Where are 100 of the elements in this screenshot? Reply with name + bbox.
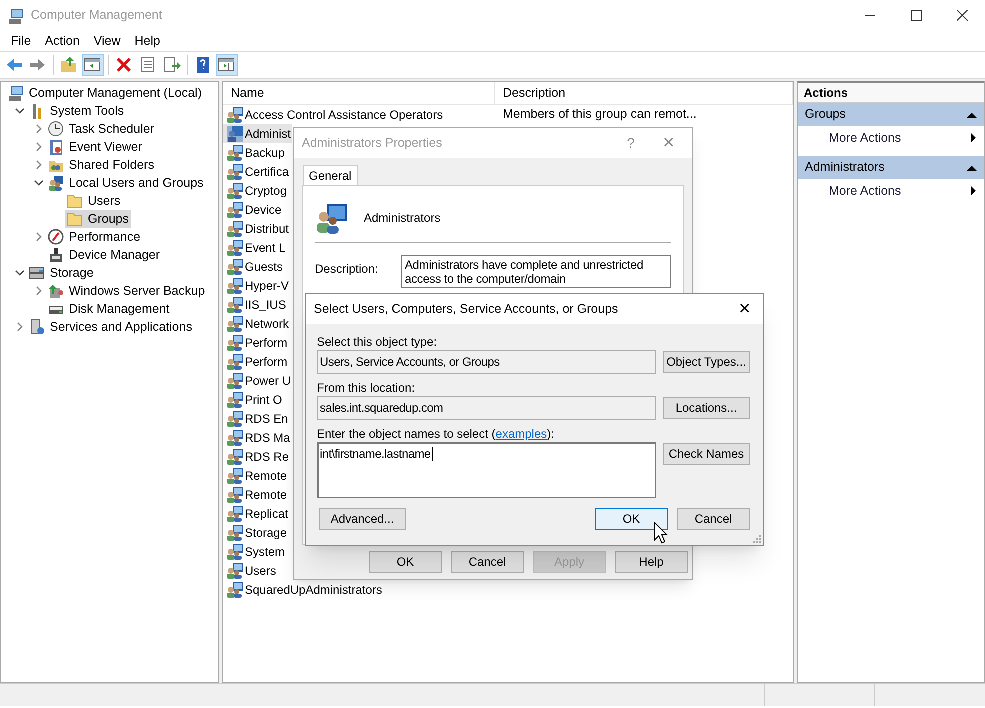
device-icon [48, 247, 64, 263]
properties-icon [139, 56, 157, 74]
list-row[interactable]: Event L [223, 238, 287, 257]
export-icon [163, 56, 181, 74]
list-row[interactable]: System [223, 542, 286, 561]
log-icon [48, 139, 64, 155]
list-row[interactable]: Distribut [223, 219, 290, 238]
list-row[interactable]: Perform [223, 352, 289, 371]
group-icon [315, 201, 349, 235]
group-icon [226, 486, 244, 504]
group-icon [226, 258, 244, 276]
toolbar-button[interactable] [216, 54, 238, 76]
group-icon [226, 580, 244, 598]
list-row[interactable]: Backup [223, 143, 286, 162]
list-row[interactable]: Remote [223, 485, 288, 504]
menu-item[interactable]: View [86, 32, 128, 50]
tree-item[interactable]: Users [65, 192, 123, 210]
group-icon [226, 372, 244, 390]
text-field[interactable]: sales.int.squaredup.com [317, 396, 656, 420]
group-icon [226, 428, 244, 446]
list-row[interactable]: Network [223, 314, 290, 333]
list-row[interactable]: RDS Ma [223, 428, 292, 447]
list-row[interactable]: IIS_IUS [223, 295, 288, 314]
computer-icon [8, 8, 24, 24]
menu-item[interactable]: Help [128, 32, 168, 50]
group-icon [226, 448, 244, 466]
tree-item[interactable]: Windows Server Backup [46, 282, 208, 300]
section-header[interactable]: Groups [798, 103, 984, 126]
tree-item[interactable]: System Tools [27, 102, 126, 120]
backup-icon [48, 283, 64, 299]
list-row[interactable]: Device [223, 200, 283, 219]
action-item[interactable]: More Actions [798, 179, 984, 203]
column-header[interactable]: Name [223, 82, 495, 104]
tree-item[interactable]: Services and Applications [27, 318, 194, 336]
group-icon [226, 238, 244, 256]
tree-item[interactable]: Storage [27, 264, 96, 282]
tree-item[interactable]: Task Scheduler [46, 120, 156, 138]
list-row[interactable]: RDS Re [223, 447, 290, 466]
tree-item[interactable]: Shared Folders [46, 156, 156, 174]
tree-item[interactable]: Device Manager [46, 246, 162, 264]
tree-item[interactable]: Disk Management [46, 300, 172, 318]
tab[interactable]: General [303, 165, 358, 185]
close-button[interactable]: × [727, 299, 763, 319]
text-field[interactable]: Users, Service Accounts, or Groups [317, 350, 656, 374]
tree-item[interactable]: Performance [46, 228, 143, 246]
group-icon [226, 352, 244, 370]
button[interactable]: OK [595, 508, 668, 530]
close-button[interactable]: × [646, 133, 692, 153]
button[interactable]: Object Types... [663, 351, 750, 373]
action-label: More Actions [829, 130, 902, 147]
list-row[interactable]: Replicat [223, 504, 290, 523]
collapse-triangle-icon [966, 164, 978, 172]
list-row[interactable]: SquaredUpAdministrators [223, 580, 384, 599]
list-row[interactable]: Perform [223, 333, 289, 352]
names-input[interactable]: int\firstname.lastname [317, 442, 656, 498]
list-row[interactable]: Power U [223, 371, 292, 390]
button[interactable]: Check Names [663, 443, 750, 465]
tree-item[interactable]: Event Viewer [46, 138, 144, 156]
table-cell-text: Members of this group can remot... [503, 106, 698, 124]
group-icon [226, 220, 244, 238]
column-header[interactable]: Description [495, 82, 793, 104]
button[interactable]: Cancel [677, 508, 750, 530]
group-icon [226, 276, 244, 294]
list-row[interactable]: Hyper-V [223, 276, 290, 295]
field-label: Description: [315, 261, 380, 278]
list-row[interactable]: Guests [223, 257, 284, 276]
menu-item[interactable]: Action [38, 32, 87, 50]
group-icon [226, 504, 244, 522]
group-name: Administrators [364, 210, 441, 227]
action-item[interactable]: More Actions [798, 126, 984, 150]
section-header[interactable]: Administrators [798, 156, 984, 179]
button[interactable]: Advanced... [319, 508, 406, 530]
list-row[interactable]: Print O [223, 390, 284, 409]
panel-icon [218, 56, 236, 74]
list-row[interactable]: Administ [223, 124, 292, 143]
tree-item[interactable]: Local Users and Groups [46, 174, 206, 192]
group-icon [226, 106, 244, 124]
link[interactable]: examples [496, 427, 548, 441]
description-field[interactable]: Administrators have complete and unrestricted access to the computer/domain [401, 255, 671, 288]
toolbar-button[interactable] [82, 54, 104, 76]
list-row[interactable]: Storage [223, 523, 288, 542]
close-icon [956, 10, 968, 21]
help-button[interactable]: ? [616, 132, 646, 154]
button[interactable]: Help [615, 551, 688, 573]
list-row[interactable]: Certifica [223, 162, 290, 181]
list-row[interactable]: RDS En [223, 409, 290, 428]
menu-item[interactable]: File [4, 32, 38, 50]
tree-item[interactable]: Computer Management (Local) [6, 84, 204, 102]
panel-title: Actions [798, 83, 984, 103]
field-label: From this location: [317, 381, 416, 395]
tree-item[interactable]: Groups [65, 210, 131, 228]
field-label: Enter the object names to select (examples): [317, 427, 556, 441]
list-row[interactable]: Remote [223, 466, 288, 485]
list-row[interactable]: Cryptog [223, 181, 288, 200]
list-row[interactable]: Access Control Assistance Operators [223, 105, 444, 124]
button[interactable]: Locations... [663, 397, 750, 419]
group-icon [226, 200, 244, 218]
list-row[interactable]: Users [223, 561, 278, 580]
button[interactable]: Cancel [451, 551, 524, 573]
button[interactable]: OK [369, 551, 442, 573]
